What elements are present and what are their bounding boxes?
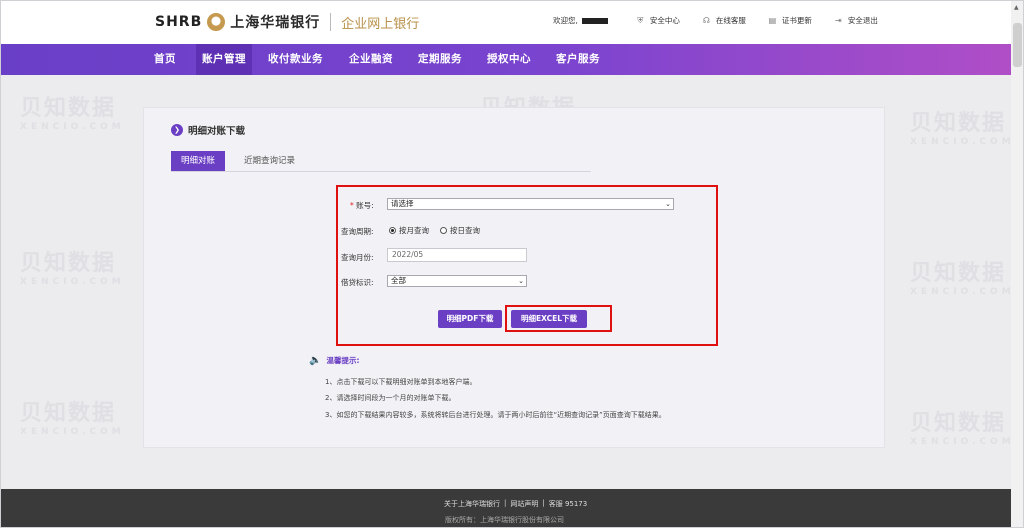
footer-link-about[interactable]: 关于上海华瑞银行 bbox=[444, 499, 500, 509]
nav-item-account-management[interactable]: 账户管理 bbox=[196, 44, 252, 75]
tab-recent-queries[interactable]: 近期查询记录 bbox=[234, 151, 305, 171]
watermark: 贝知数据XENCIO.COM bbox=[910, 261, 1015, 297]
main-nav: 首页 账户管理 收付款业务 企业融资 定期服务 授权中心 客户服务 bbox=[0, 44, 1011, 75]
footer: 关于上海华瑞银行 | 网站声明 | 客服 95173 版权所有：上海华瑞银行股份有限… bbox=[0, 489, 1011, 528]
logout-link[interactable]: ⇥ 安全退出 bbox=[834, 15, 878, 26]
welcome-text: 欢迎您, bbox=[553, 16, 578, 25]
headset-icon: ☊ bbox=[702, 16, 710, 25]
nav-item-home[interactable]: 首页 bbox=[154, 44, 176, 75]
logo-bank-name: 上海华瑞银行 bbox=[230, 15, 321, 31]
certificate-update-link[interactable]: ▤ 证书更新 bbox=[768, 15, 812, 26]
speaker-icon: 🔈 bbox=[309, 355, 322, 366]
highlight-box-excel bbox=[505, 305, 612, 332]
footer-hotline: 客服 95173 bbox=[548, 500, 588, 508]
footer-copyright: 版权所有：上海华瑞银行股份有限公司 bbox=[445, 516, 564, 524]
page-title-text: 明细对账下载 bbox=[188, 126, 246, 137]
nav-item-financing[interactable]: 企业融资 bbox=[349, 44, 393, 75]
logout-icon: ⇥ bbox=[835, 16, 842, 25]
tip-item: 2、请选择时间段为一个月的对账单下载。 bbox=[325, 394, 456, 402]
link-label: 安全中心 bbox=[649, 16, 680, 25]
watermark: 贝知数据XENCIO.COM bbox=[20, 96, 125, 132]
nav-item-deposit-service[interactable]: 定期服务 bbox=[418, 44, 462, 75]
watermark: 贝知数据XENCIO.COM bbox=[20, 251, 125, 287]
watermark: 贝知数据XENCIO.COM bbox=[910, 411, 1015, 447]
scrollbar[interactable] bbox=[1011, 0, 1024, 528]
logo-subtitle: 企业网上银行 bbox=[341, 16, 420, 32]
watermark: 贝知数据XENCIO.COM bbox=[20, 401, 125, 437]
link-label: 安全退出 bbox=[847, 16, 878, 25]
arrow-circle-icon: ❯ bbox=[171, 124, 183, 136]
footer-links: 关于上海华瑞银行 | 网站声明 | 客服 95173 bbox=[444, 499, 588, 509]
logo-divider bbox=[330, 13, 332, 31]
scrollbar-thumb[interactable] bbox=[1013, 23, 1022, 67]
nav-item-customer-service[interactable]: 客户服务 bbox=[556, 44, 600, 75]
footer-link-statement[interactable]: 网站声明 bbox=[510, 499, 538, 509]
utility-bar: 欢迎您, ⛨ 安全中心 ☊ 在线客服 ▤ 证书更新 ⇥ 安全退出 bbox=[553, 15, 900, 26]
tip-item: 3、如您的下载结果内容较多，系统将转后台进行处理。请于两小时后前往“近期查询记录… bbox=[325, 411, 666, 419]
tip-item: 1、点击下载可以下载明细对账单到本地客户端。 bbox=[325, 378, 477, 386]
shield-icon: ⛨ bbox=[637, 16, 644, 25]
scroll-up-icon[interactable]: ▲ bbox=[1014, 4, 1019, 11]
watermark: 贝知数据XENCIO.COM bbox=[910, 111, 1015, 147]
logo-latin: SHRB bbox=[155, 14, 203, 30]
logo-emblem-icon bbox=[207, 13, 226, 31]
online-service-link[interactable]: ☊ 在线客服 bbox=[702, 15, 746, 26]
tips-title: 🔈 温馨提示: bbox=[309, 355, 359, 366]
tips-title-text: 温馨提示: bbox=[326, 356, 360, 365]
masked-username bbox=[581, 17, 608, 24]
certificate-icon: ▤ bbox=[768, 16, 777, 25]
tab-statement-detail[interactable]: 明细对账 bbox=[171, 151, 226, 171]
bank-logo[interactable]: SHRB 上海华瑞银行 企业网上银行 bbox=[155, 12, 419, 32]
security-center-link[interactable]: ⛨ 安全中心 bbox=[636, 15, 680, 26]
nav-item-authorization[interactable]: 授权中心 bbox=[487, 44, 531, 75]
tab-bar: 明细对账 近期查询记录 bbox=[171, 151, 591, 172]
top-bar: SHRB 上海华瑞银行 企业网上银行 欢迎您, ⛨ 安全中心 ☊ 在线客服 ▤ … bbox=[0, 0, 1011, 44]
page-title: ❯ 明细对账下载 bbox=[171, 123, 245, 137]
link-label: 证书更新 bbox=[781, 16, 812, 25]
nav-item-payments[interactable]: 收付款业务 bbox=[268, 44, 323, 75]
link-label: 在线客服 bbox=[715, 16, 746, 25]
